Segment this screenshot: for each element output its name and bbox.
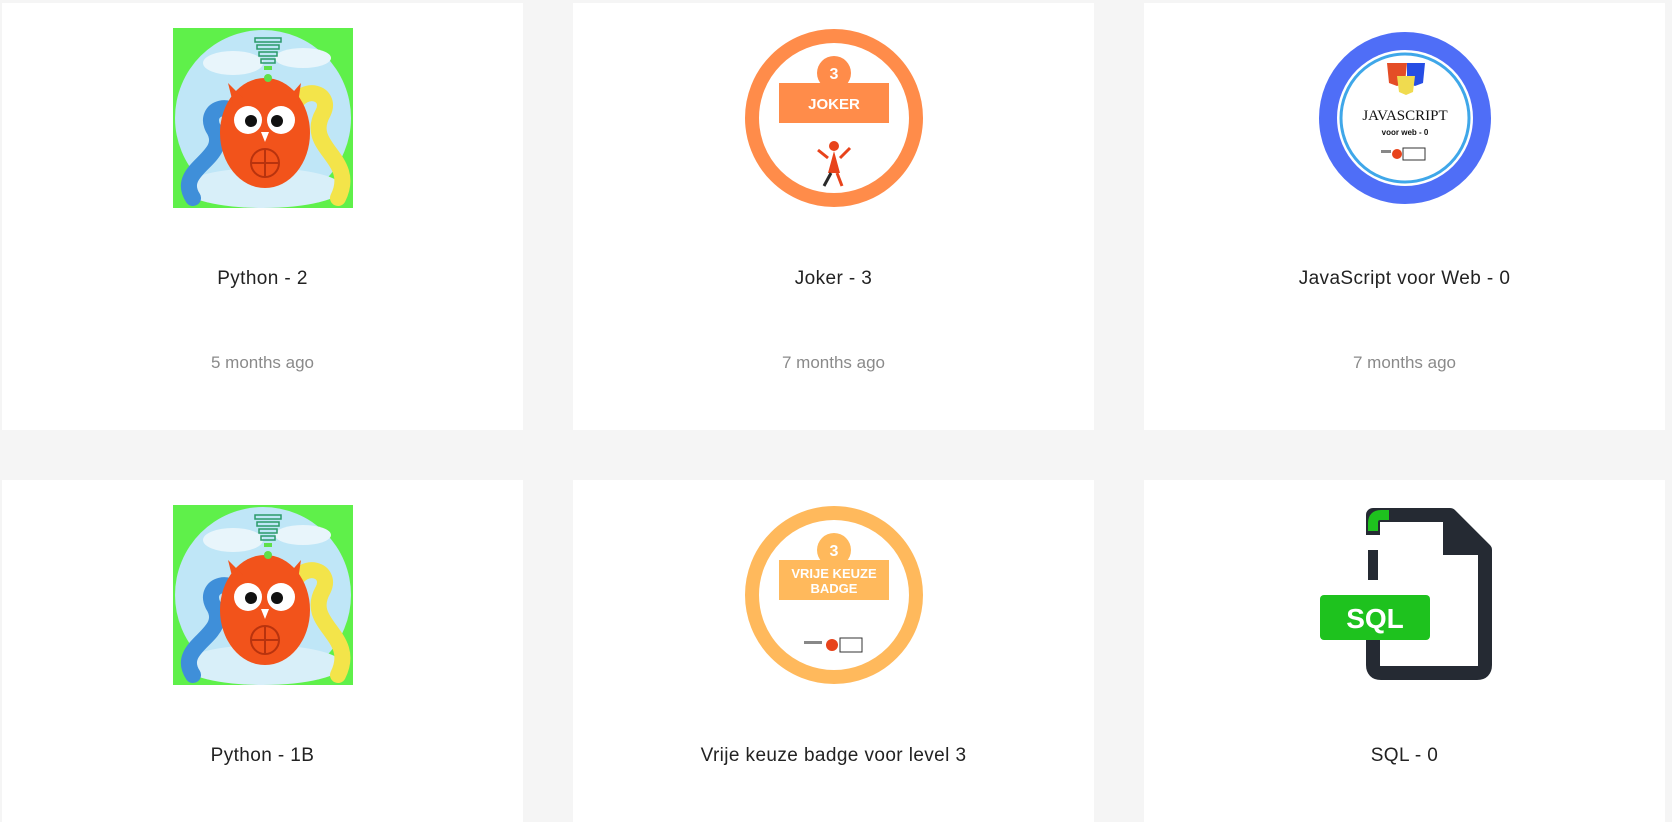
javascript-badge-icon: JAVASCRIPT voor web - 0 (1315, 28, 1495, 208)
badge-title: SQL - 0 (1370, 745, 1439, 766)
badge-title: JavaScript voor Web - 0 (1298, 268, 1511, 289)
badge-text-line-1: VRIJE KEUZE (791, 566, 877, 581)
badge-card-javascript-web-0[interactable]: JAVASCRIPT voor web - 0 JavaScript voor … (1144, 3, 1665, 430)
badge-card-python-2[interactable]: Python - 2 5 months ago (2, 3, 523, 430)
python-owl-icon (172, 505, 353, 685)
sql-file-icon: SQL (1315, 505, 1495, 685)
badge-card-joker-3[interactable]: 3 JOKER Joker - 3 7 months ago (573, 3, 1094, 430)
badge-title: Python - 2 (217, 268, 308, 289)
badge-date: 7 months ago (781, 353, 885, 372)
joker-badge-icon: 3 JOKER (744, 28, 924, 208)
badge-title: Vrije keuze badge voor level 3 (700, 745, 967, 766)
badge-number-label: 3 (829, 66, 838, 83)
badge-text-label: JOKER (808, 96, 860, 113)
badge-subtext-label: voor web - 0 (1381, 128, 1428, 137)
python-owl-icon (172, 28, 353, 208)
badge-card-sql-0[interactable]: SQL SQL - 0 (1144, 480, 1665, 822)
badge-grid: Python - 2 5 months ago 3 JOKER Joker - … (0, 0, 1672, 822)
sql-label: SQL (1346, 603, 1404, 634)
badge-date: 5 months ago (210, 353, 314, 372)
badge-card-python-1b[interactable]: Python - 1B (2, 480, 523, 822)
badge-date: 7 months ago (1352, 353, 1456, 372)
vrije-keuze-badge-icon: 3 VRIJE KEUZE BADGE (744, 505, 924, 685)
badge-card-vrije-keuze-level-3[interactable]: 3 VRIJE KEUZE BADGE Vrije keuze badge vo… (573, 480, 1094, 822)
badge-text-line-2: BADGE (810, 581, 857, 596)
badge-number-label: 3 (829, 543, 838, 560)
badge-text-label: JAVASCRIPT (1362, 108, 1447, 124)
badge-title: Python - 1B (210, 745, 315, 766)
badge-title: Joker - 3 (794, 268, 873, 289)
